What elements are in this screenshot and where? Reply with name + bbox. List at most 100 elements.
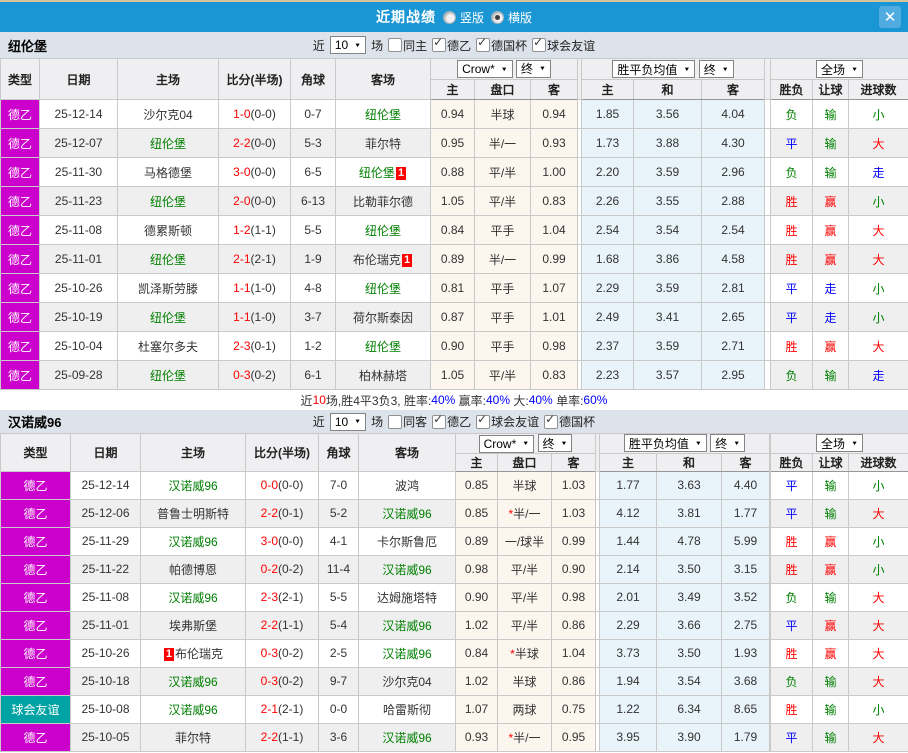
avg-sub-header: 主 [599,452,658,472]
home-team-cell: 普鲁士明斯特 [140,498,246,528]
odds-time-select[interactable]: 终 ▼ [516,59,551,78]
odds-home-cell: 0.93 [455,722,498,752]
check-icon: ✓ [545,411,556,426]
result-handicap-cell: 输 [812,498,850,528]
fulltime-score: 1-1 [233,281,251,295]
avg-select[interactable]: 胜平负均值 ▼ [623,434,707,453]
home-team-name: 沙尔克04 [143,107,193,122]
home-team-name: 布伦瑞克 [175,646,224,661]
red-card-badge: 1 [401,253,413,267]
filter-checkbox-3[interactable]: ✓ 德国杯 [544,411,595,430]
home-team-cell: 德累斯顿 [117,215,219,245]
home-team-name: 马格德堡 [143,165,192,180]
avg-time-select[interactable]: 终 ▼ [710,434,746,453]
odds-home-cell: 1.02 [455,610,498,640]
corners-cell: 1-9 [290,244,336,274]
odds-away-cell: 0.93 [529,128,579,158]
avg-draw-cell: 3.66 [656,610,723,640]
fulltime-score: 2-0 [233,194,251,208]
avg-away-cell: 2.65 [701,302,766,332]
avg-home-cell: 2.01 [599,582,658,612]
match-row: 德乙 25-10-26 1 布伦瑞克 0-3(0-2) 2-5 汉诺威96 0.84 *半球 1.… [0,638,908,668]
result-goals-cell: 小 [848,554,908,584]
filter-checkbox-0[interactable]: 同客 [388,413,427,430]
scope-select-value: 全场 [821,62,846,77]
filter-checkbox-1[interactable]: ✓ 德乙 [432,36,471,54]
bookmaker-select[interactable]: Crow* ▼ [457,60,513,79]
close-icon[interactable]: ✕ [879,6,901,28]
avg-select[interactable]: 胜平负均值 ▼ [612,60,696,78]
layout-radio-horizontal[interactable]: 横版 [491,9,532,26]
match-type-badge: 德乙 [0,610,71,640]
checkbox-icon[interactable] [388,414,403,429]
odds-time-select[interactable]: 终 ▼ [537,434,573,452]
checkbox-icon[interactable]: ✓ [432,36,447,52]
handicap-line-cell: 平/半 [497,610,552,640]
score-cell: 2-2(1-1) [245,610,319,640]
home-team-name: 杜塞尔多夫 [137,339,198,354]
checkbox-icon[interactable]: ✓ [476,412,491,429]
team-1-filters: 近 10 ▼ 场同主 ✓ 德乙 ✓ 德国杯 ✓ 球会友谊 [313,36,595,54]
radio-vertical-icon[interactable] [442,10,456,24]
match-type-badge: 德乙 [0,582,71,612]
checkbox-icon[interactable]: ✓ [476,36,491,52]
radio-horizontal-icon[interactable] [491,10,504,24]
recent-count-select[interactable]: 10 ▼ [329,36,367,54]
avg-home-cell: 1.68 [581,244,635,274]
result-sub-header: 让球 [812,452,850,472]
date-cell: 25-10-05 [70,722,141,752]
changed-line-star: * [508,506,514,521]
filter-checkbox-2[interactable]: ✓ 德国杯 [476,36,527,54]
filter-checkbox-3[interactable]: ✓ 球会友谊 [532,36,595,54]
avg-home-cell: 1.77 [599,470,658,500]
match-row: 德乙 25-12-06 普鲁士明斯特 2-2(0-1) 5-2 汉诺威96 0.85 *半/一… [0,498,908,528]
result-outcome-cell: 胜 [770,638,814,668]
halftime-score: (0-0) [250,165,276,179]
filter-checkbox-1[interactable]: ✓ 德乙 [432,412,471,430]
fulltime-score: 2-2 [260,730,278,744]
match-type-badge: 德乙 [0,360,40,390]
layout-radio-vertical[interactable]: 竖版 [442,9,484,26]
date-cell: 25-11-01 [70,610,141,640]
date-cell: 25-11-29 [70,526,141,556]
scope-select[interactable]: 全场 ▼ [816,434,863,453]
halftime-score: (0-2) [278,674,304,688]
result-outcome-cell: 胜 [770,554,814,584]
odds-home-cell: 0.89 [455,526,498,556]
summary-part: 40% [431,393,456,407]
corners-cell: 5-2 [318,498,359,528]
scope-select-value: 全场 [821,436,846,451]
handicap-line-cell: 半/一 [474,128,531,158]
filter-checkbox-2[interactable]: ✓ 球会友谊 [476,412,539,430]
checkbox-icon[interactable]: ✓ [544,411,559,429]
score-cell: 2-0(0-0) [218,186,291,216]
summary-part: 40% [528,393,553,407]
away-team-cell: 汉诺威96 [358,638,456,668]
match-row: 德乙 25-12-07 纽伦堡 2-2(0-0) 5-3 菲尔特 0.95 半/一 0.93 1.… [0,128,908,158]
away-team-name: 哈雷斯彻 [382,702,431,717]
corners-cell: 6-5 [290,157,336,187]
checkbox-icon[interactable] [388,38,403,52]
col-header-5: 客场 [335,58,431,100]
halftime-score: (0-0) [278,534,304,548]
checkbox-icon[interactable]: ✓ [532,36,547,52]
header-row-groups: 类型 日期 主场 比分(半场) 角球 客场 Crow* ▼ 终 ▼ 胜平负均值 ▼ 终 ▼ 全场 ▼ [0,58,908,100]
match-row: 德乙 25-11-01 埃弗斯堡 2-2(1-1) 5-4 汉诺威96 1.02 平/半 0.8… [0,610,908,640]
recent-count-select[interactable]: 10 ▼ [329,412,367,431]
avg-away-cell: 3.52 [721,582,771,612]
date-cell: 25-11-01 [39,244,118,274]
home-team-name: 普鲁士明斯特 [156,506,229,521]
filter-checkbox-0[interactable]: 同主 [388,37,427,54]
scope-select[interactable]: 全场 ▼ [816,60,863,78]
odds-sub-header: 客 [550,452,597,472]
result-goals-cell: 大 [848,244,908,274]
odds-home-cell: 0.85 [455,498,498,528]
match-row: 德乙 25-11-29 汉诺威96 3-0(0-0) 4-1 卡尔斯鲁厄 0.89 一/球半 0… [0,526,908,556]
checkbox-icon[interactable]: ✓ [432,412,447,429]
result-outcome-cell: 平 [770,273,814,303]
result-goals-cell: 大 [848,582,908,612]
bookmaker-select[interactable]: Crow* ▼ [478,434,535,453]
avg-away-cell: 2.75 [721,610,771,640]
avg-time-select[interactable]: 终 ▼ [698,60,734,78]
away-team-cell: 汉诺威96 [358,610,456,640]
